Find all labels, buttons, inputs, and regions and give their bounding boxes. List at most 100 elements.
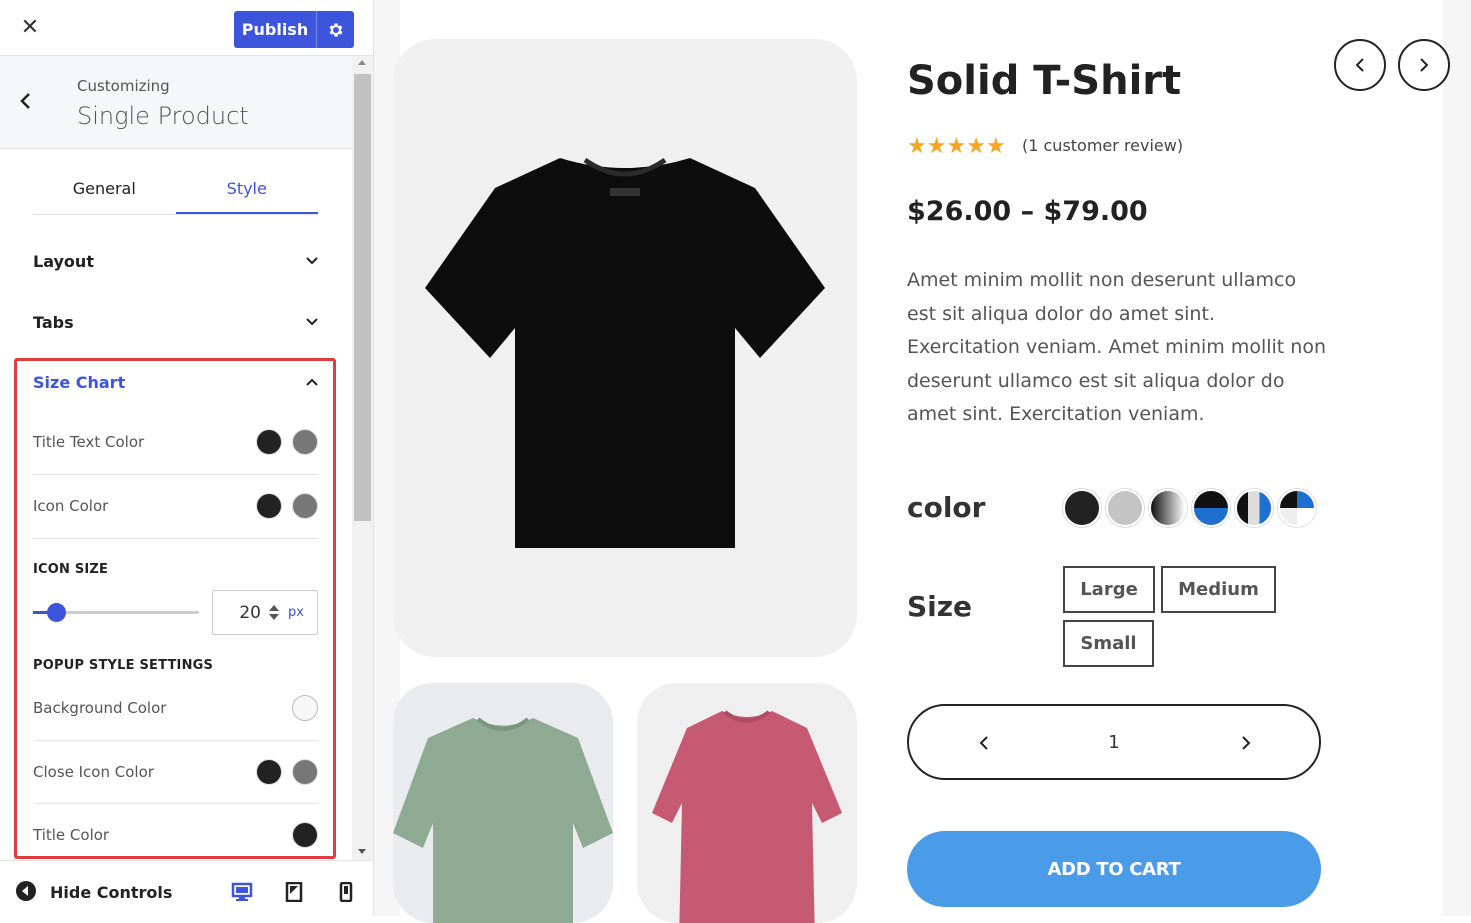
- accordion-layout[interactable]: Layout: [33, 241, 318, 281]
- icon-color-row: Icon Color: [33, 492, 318, 520]
- color-option-tricolor[interactable]: [1235, 489, 1273, 527]
- black-tshirt-image: [425, 157, 825, 548]
- color-swatch-light[interactable]: [292, 695, 318, 721]
- color-swatch-default[interactable]: [292, 493, 318, 519]
- title-text-color-label: Title Text Color: [33, 433, 145, 451]
- product-description: Amet minim mollit non deserunt ullamco e…: [907, 269, 1326, 425]
- popup-style-heading: POPUP STYLE SETTINGS: [33, 658, 214, 673]
- accordion-size-chart-label: Size Chart: [33, 372, 126, 392]
- slider-thumb[interactable]: [47, 603, 66, 622]
- close-icon-color-row: Close Icon Color: [33, 758, 318, 786]
- site-preview: Solid T-Shirt ★ ★ ★ ★ ★ (1 customer revi…: [374, 0, 1471, 923]
- background-color-row: Background Color: [33, 694, 318, 722]
- publish-button[interactable]: Publish: [234, 11, 354, 48]
- title-text-color-row: Title Text Color: [33, 428, 318, 456]
- color-swatch-dark[interactable]: [292, 822, 318, 848]
- background-color-label: Background Color: [33, 699, 167, 717]
- red-tshirt-image: [652, 710, 842, 923]
- title-color-row: Title Color: [33, 821, 318, 849]
- tab-general[interactable]: General: [33, 165, 176, 214]
- divider: [33, 538, 318, 539]
- color-option-black[interactable]: [1063, 489, 1101, 527]
- star-rating: ★ ★ ★ ★ ★: [907, 136, 1006, 158]
- gear-icon[interactable]: [316, 11, 354, 48]
- star-icon: ★: [907, 134, 927, 159]
- tab-style[interactable]: Style: [175, 165, 318, 214]
- previous-product-button[interactable]: [1334, 39, 1386, 91]
- icon-size-slider[interactable]: [33, 603, 199, 622]
- color-swatch-dark[interactable]: [256, 759, 282, 785]
- star-icon: ★: [926, 134, 947, 159]
- color-label: color: [907, 491, 986, 524]
- increase-quantity-button[interactable]: [1231, 728, 1261, 758]
- size-option-medium[interactable]: Medium: [1161, 566, 1276, 613]
- scroll-down-arrow-icon[interactable]: [358, 849, 366, 854]
- color-swatch-default[interactable]: [292, 759, 318, 785]
- divider: [33, 474, 318, 475]
- star-icon: ★: [966, 134, 986, 159]
- add-to-cart-button[interactable]: ADD TO CART: [907, 831, 1321, 907]
- mobile-preview-icon[interactable]: [335, 881, 357, 903]
- product-thumbnail-green[interactable]: [393, 683, 613, 923]
- size-option-small[interactable]: Small: [1063, 620, 1154, 667]
- divider: [33, 803, 318, 804]
- divider: [33, 740, 318, 741]
- icon-color-label: Icon Color: [33, 497, 109, 515]
- review-link[interactable]: (1 customer review): [1022, 136, 1183, 155]
- accordion-tabs-label: Tabs: [33, 312, 74, 332]
- icon-size-heading: ICON SIZE: [33, 562, 109, 577]
- accordion-size-chart[interactable]: Size Chart: [33, 362, 318, 402]
- green-tshirt-image: [393, 717, 613, 923]
- close-icon[interactable]: ✕: [16, 14, 44, 42]
- chevron-down-icon: [306, 318, 318, 326]
- quantity-stepper: 1: [907, 704, 1321, 780]
- color-option-quad[interactable]: [1278, 489, 1316, 527]
- icon-size-input[interactable]: 20 px: [212, 590, 318, 635]
- scroll-thumb[interactable]: [354, 74, 371, 521]
- customizer-sidebar: ✕ Publish Customizing Single Product Gen…: [0, 0, 374, 916]
- section-title: Single Product: [77, 102, 249, 130]
- product-thumbnail-red[interactable]: [637, 683, 857, 923]
- color-option-gray[interactable]: [1106, 489, 1144, 527]
- product-title: Solid T-Shirt: [907, 58, 1182, 104]
- icon-size-value[interactable]: 20: [213, 603, 261, 623]
- product-main-image[interactable]: [393, 39, 857, 657]
- publish-label[interactable]: Publish: [234, 20, 316, 39]
- unit-label[interactable]: px: [288, 605, 304, 620]
- color-swatch-dark[interactable]: [256, 493, 282, 519]
- spin-down-icon[interactable]: [269, 614, 279, 620]
- section-header: Customizing Single Product: [0, 56, 352, 149]
- close-icon-color-label: Close Icon Color: [33, 763, 154, 781]
- color-swatches: [1063, 489, 1316, 527]
- hide-controls-button[interactable]: Hide Controls: [50, 883, 172, 902]
- tablet-preview-icon[interactable]: [283, 881, 305, 903]
- spin-up-icon[interactable]: [269, 605, 279, 611]
- chevron-left-icon: [1355, 58, 1364, 72]
- color-option-gradient[interactable]: [1149, 489, 1187, 527]
- color-swatch-dark[interactable]: [256, 429, 282, 455]
- settings-tabs: General Style: [33, 165, 318, 215]
- star-icon: ★: [946, 134, 967, 159]
- customizer-footer: Hide Controls: [0, 860, 373, 916]
- chevron-right-icon: [1420, 58, 1429, 72]
- color-option-black-blue[interactable]: [1192, 489, 1230, 527]
- accordion-layout-label: Layout: [33, 251, 94, 271]
- product-price: $26.00 – $79.00: [907, 196, 1148, 227]
- number-spinner[interactable]: [269, 605, 279, 620]
- customizer-topbar: ✕ Publish: [0, 0, 373, 56]
- accordion-tabs[interactable]: Tabs: [33, 302, 318, 342]
- chevron-up-icon: [306, 378, 318, 386]
- next-product-button[interactable]: [1398, 39, 1450, 91]
- back-chevron-icon[interactable]: [12, 86, 40, 116]
- star-icon: ★: [985, 134, 1006, 159]
- size-option-large[interactable]: Large: [1063, 566, 1155, 613]
- title-color-label: Title Color: [33, 826, 110, 844]
- chevron-down-icon: [306, 257, 318, 265]
- breadcrumb-label: Customizing: [77, 77, 170, 95]
- scroll-up-arrow-icon[interactable]: [358, 60, 366, 65]
- preview-right-edge: [1443, 0, 1471, 916]
- color-swatch-default[interactable]: [292, 429, 318, 455]
- collapse-arrow-icon[interactable]: [16, 881, 36, 901]
- desktop-preview-icon[interactable]: [231, 881, 253, 903]
- sidebar-scrollbar[interactable]: [352, 56, 373, 860]
